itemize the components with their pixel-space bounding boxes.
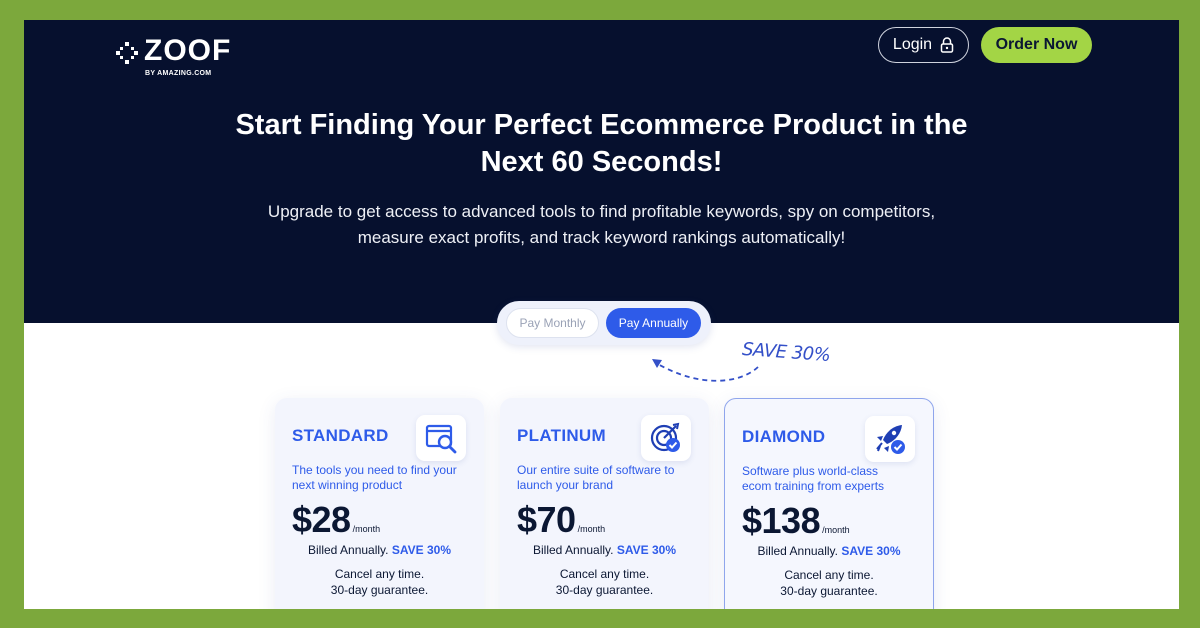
headline-line-2: Next 60 Seconds! [480, 146, 723, 178]
plan-description: The tools you need to find your next win… [292, 463, 472, 493]
plan-desc-line-2: launch your brand [517, 478, 614, 492]
logo-dots-icon [116, 42, 138, 64]
cancel-line-1: Cancel any time. [559, 567, 650, 581]
plan-period: /month [352, 524, 381, 534]
brand-name: ZOOF [144, 34, 232, 67]
plan-price-row: $28 /month [292, 499, 380, 541]
plan-card-standard[interactable]: STANDARD The tools you need to find your… [275, 398, 484, 609]
plan-price-row: $70 /month [517, 499, 605, 541]
search-window-icon [425, 424, 457, 454]
billed-label: Billed Annually. [757, 544, 839, 558]
plan-period: /month [822, 525, 850, 535]
cancel-line-1: Cancel any time. [784, 568, 874, 582]
plan-price-row: $138 /month [742, 500, 850, 542]
subheadline-line-1: Upgrade to get access to advanced tools … [267, 202, 936, 221]
plan-icon-box [416, 415, 466, 461]
plan-desc-line-1: Our entire suite of software to [517, 463, 675, 477]
plan-guarantee: Cancel any time. 30-day guarantee. [725, 567, 933, 599]
plan-description: Software plus world-class ecom training … [742, 464, 922, 494]
plan-guarantee: Cancel any time. 30-day guarantee. [500, 566, 709, 598]
plan-price: $28 [292, 499, 351, 540]
cancel-line-2: 30-day guarantee. [780, 584, 878, 598]
save-badge: SAVE 30% [616, 543, 676, 557]
pay-monthly-option[interactable]: Pay Monthly [506, 308, 599, 338]
plan-desc-line-1: The tools you need to find your [292, 463, 457, 477]
cancel-line-2: 30-day guarantee. [330, 583, 429, 597]
plan-title: DIAMOND [742, 427, 826, 446]
plan-title: PLATINUM [517, 426, 606, 445]
rocket-check-icon [876, 425, 905, 454]
plan-price: $70 [517, 499, 576, 540]
target-check-icon [650, 422, 680, 452]
plan-billing-note: Billed Annually. SAVE 30% [725, 544, 933, 558]
plan-card-platinum[interactable]: PLATINUM Our entire suite of software to… [500, 398, 709, 609]
plan-billing-note: Billed Annually. SAVE 30% [275, 543, 484, 557]
brand-tagline: BY AMAZING.COM [145, 70, 212, 77]
order-now-button[interactable]: Order Now [981, 27, 1092, 63]
plan-icon-box [865, 416, 915, 462]
hero-headline: Start Finding Your Perfect Ecommerce Pro… [24, 107, 1179, 181]
plan-desc-line-2: next winning product [292, 478, 403, 492]
plan-billing-note: Billed Annually. SAVE 30% [500, 543, 709, 557]
save-badge: SAVE 30% [841, 544, 901, 558]
cancel-line-1: Cancel any time. [334, 567, 425, 581]
pay-annually-option[interactable]: Pay Annually [606, 308, 701, 338]
plan-price: $138 [742, 500, 821, 541]
lock-icon [940, 37, 954, 53]
subheadline-line-2: measure exact profits, and track keyword… [357, 228, 846, 247]
hero-section: ZOOF BY AMAZING.COM Login Order Now Star… [24, 20, 1179, 323]
plan-period: /month [577, 524, 606, 534]
plan-title: STANDARD [292, 426, 389, 445]
billed-label: Billed Annually. [308, 543, 389, 557]
plan-card-diamond[interactable]: DIAMOND Software plus world-class ecom t… [724, 398, 934, 609]
login-label: Login [892, 36, 933, 53]
hero-subheadline: Upgrade to get access to advanced tools … [24, 199, 1179, 251]
plan-icon-box [641, 415, 691, 461]
cancel-line-2: 30-day guarantee. [555, 583, 654, 597]
page-frame: ZOOF BY AMAZING.COM Login Order Now Star… [24, 20, 1179, 609]
headline-line-1: Start Finding Your Perfect Ecommerce Pro… [235, 109, 968, 141]
billing-toggle: Pay Monthly Pay Annually [497, 301, 711, 345]
plan-desc-line-1: Software plus world-class [742, 464, 879, 478]
plan-desc-line-2: ecom training from experts [742, 479, 885, 493]
plan-description: Our entire suite of software to launch y… [517, 463, 697, 493]
login-button[interactable]: Login [878, 27, 969, 63]
plan-guarantee: Cancel any time. 30-day guarantee. [275, 566, 484, 598]
save-badge: SAVE 30% [391, 543, 451, 557]
billed-label: Billed Annually. [533, 543, 614, 557]
